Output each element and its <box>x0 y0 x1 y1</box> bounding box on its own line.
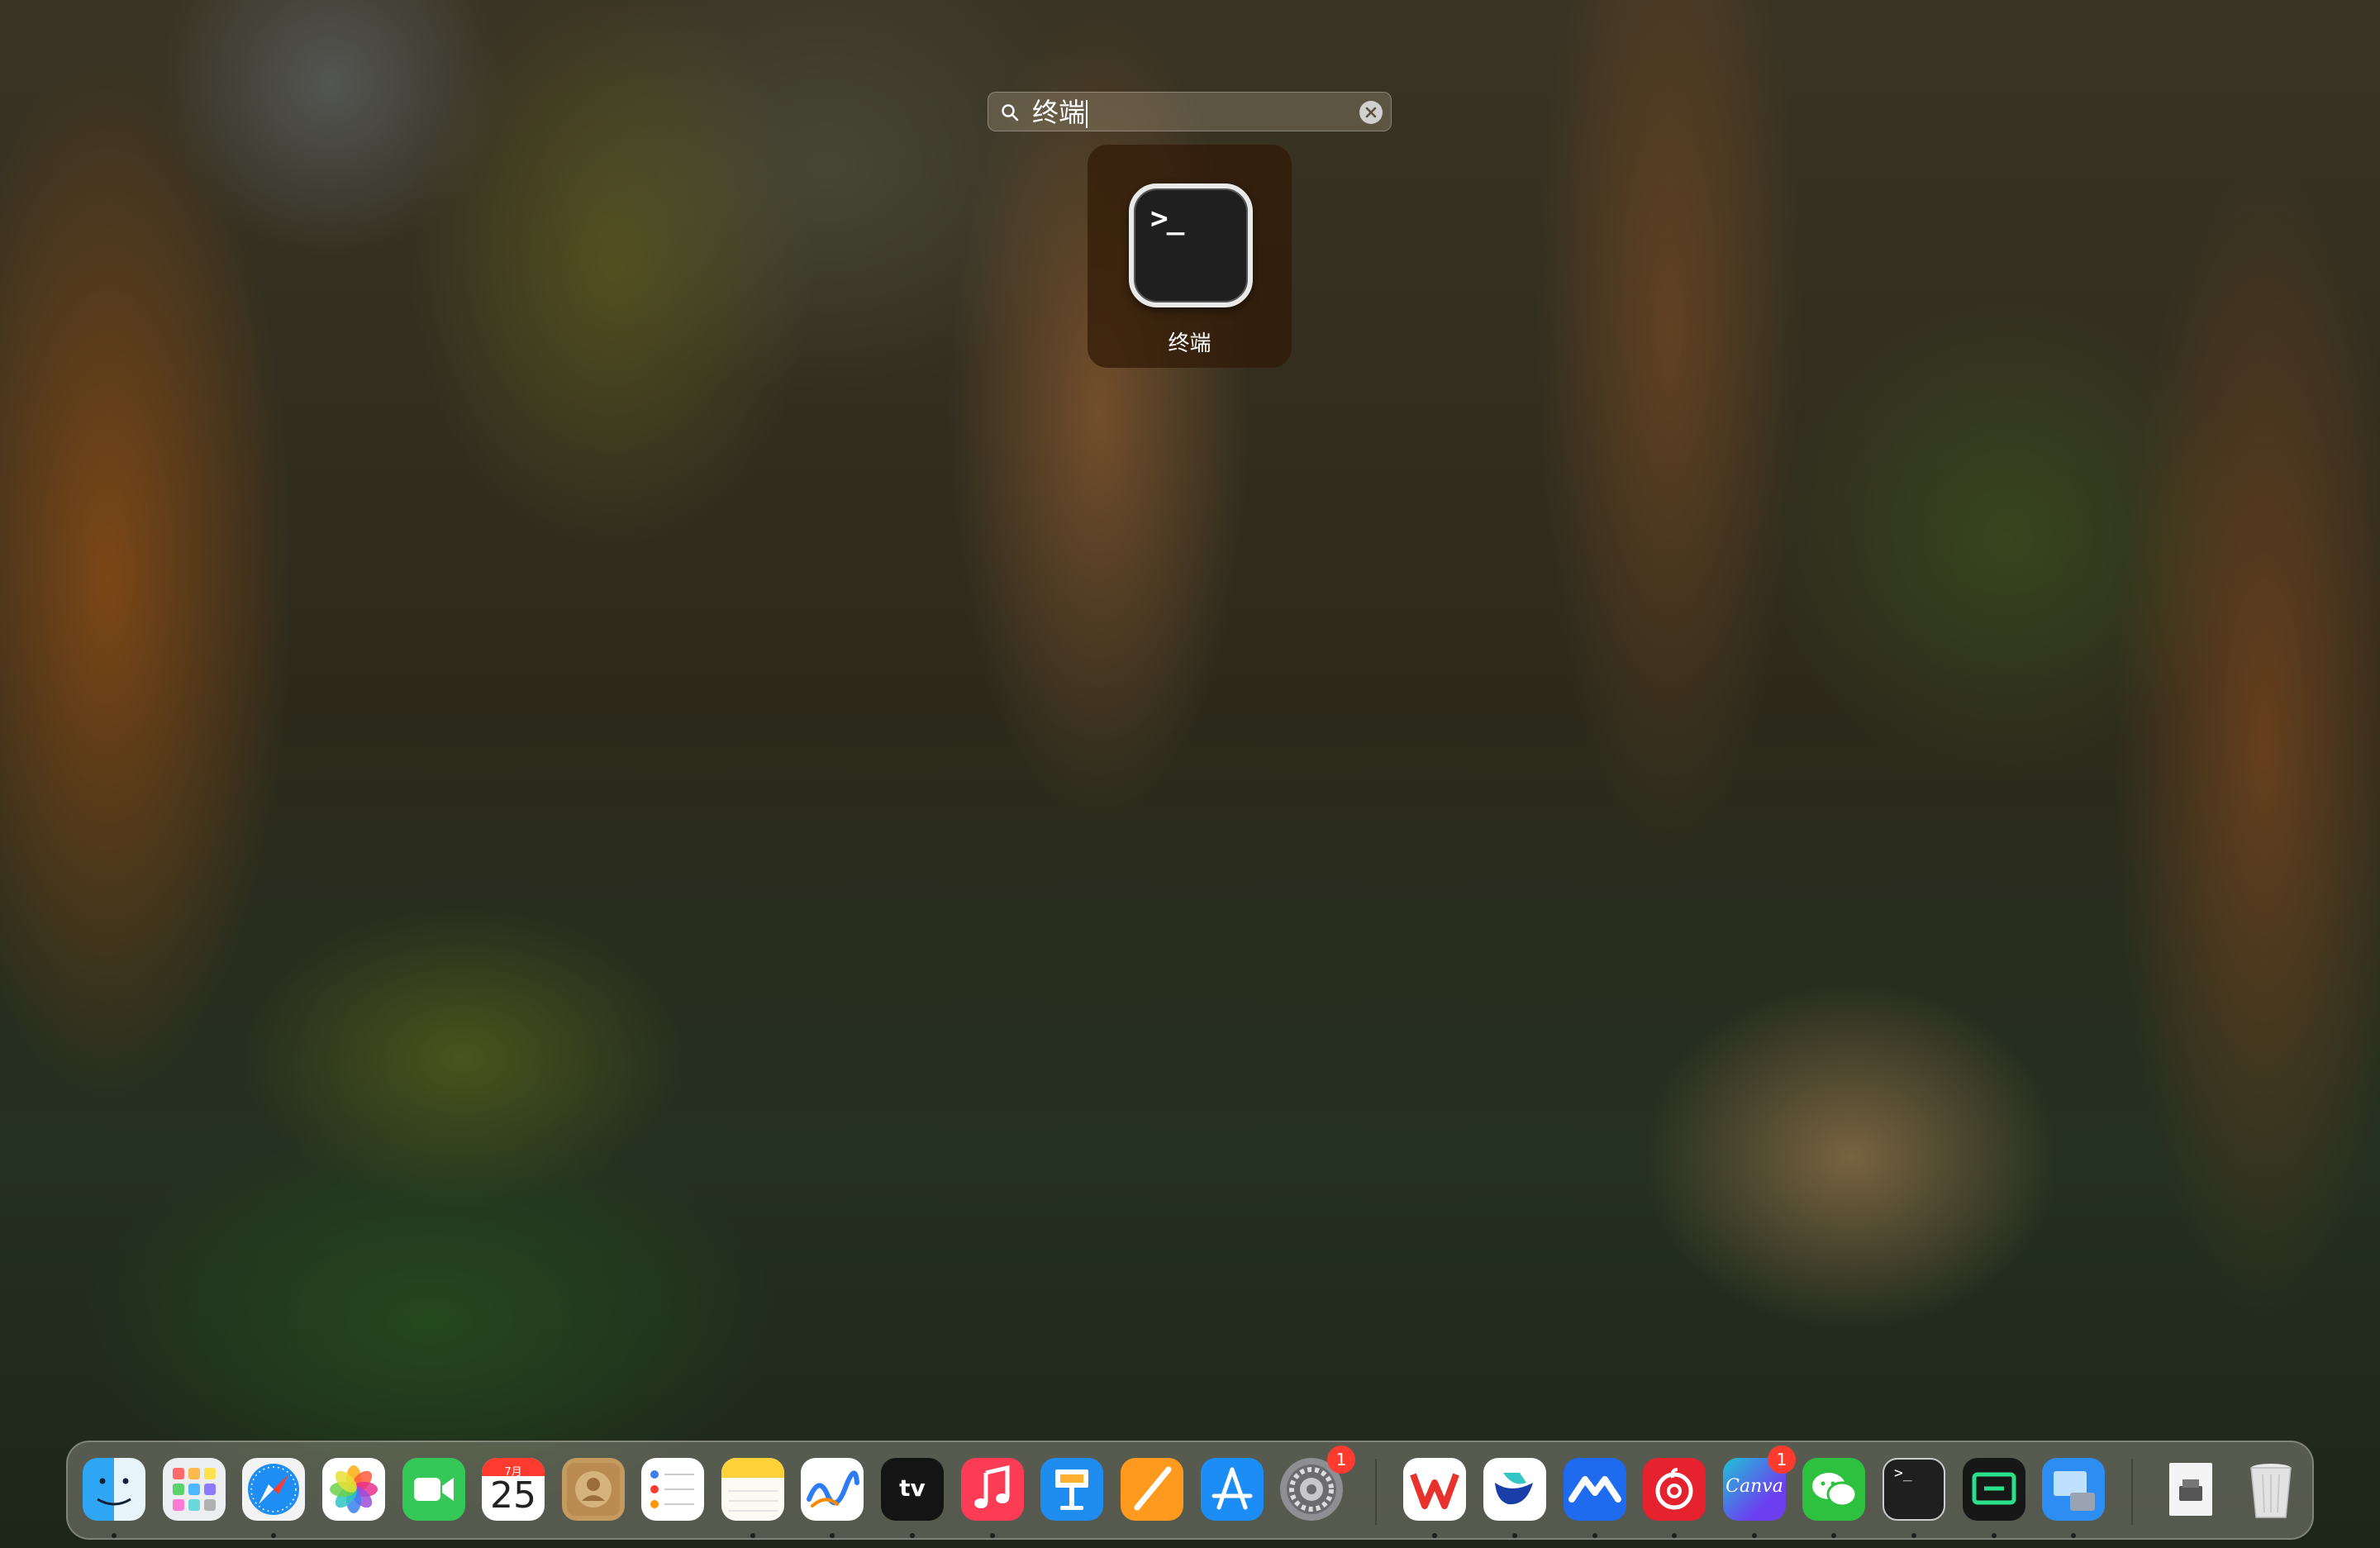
magnifying-glass-icon <box>1002 104 1019 121</box>
launchpad-icon <box>173 1468 216 1511</box>
apple-tv-label: tv <box>899 1474 926 1502</box>
running-indicator <box>830 1533 835 1538</box>
feishu-icon <box>1495 1473 1533 1505</box>
running-indicator <box>1432 1533 1437 1538</box>
keynote-icon <box>1055 1469 1088 1510</box>
dock-item-document[interactable] <box>2159 1458 2222 1521</box>
dock-item-trash[interactable] <box>2240 1458 2302 1521</box>
notification-badge: 1 <box>1327 1446 1355 1474</box>
pages-icon <box>1134 1466 1172 1511</box>
dock-item-contacts[interactable] <box>562 1458 625 1521</box>
dock-item-apple-tv[interactable]: tv <box>881 1458 944 1521</box>
netease-music-icon <box>1655 1468 1693 1510</box>
dock-item-app-store[interactable] <box>1201 1458 1264 1521</box>
dock-item-migration-assistant[interactable] <box>2042 1458 2105 1521</box>
dock-item-lanhu[interactable] <box>1564 1458 1626 1521</box>
running-indicator <box>1512 1533 1517 1538</box>
safari-icon <box>248 1464 299 1515</box>
lanhu-icon <box>1568 1476 1621 1503</box>
photos-icon <box>330 1465 378 1513</box>
running-indicator <box>910 1533 915 1538</box>
contacts-icon <box>567 1463 620 1516</box>
wps-icon <box>1410 1473 1459 1509</box>
dock-item-music[interactable] <box>961 1458 1024 1521</box>
dock-item-wechat[interactable] <box>1802 1458 1865 1521</box>
dock-item-pages[interactable] <box>1121 1458 1183 1521</box>
dock: 7月 25 tv 1 Canva 1 >_ <box>66 1441 2314 1540</box>
notes-icon <box>721 1458 784 1512</box>
running-indicator <box>1911 1533 1916 1538</box>
clear-search-button[interactable] <box>1359 101 1383 124</box>
running-indicator <box>750 1533 755 1538</box>
finder-icon <box>83 1458 145 1521</box>
search-input[interactable]: 终端 <box>1032 96 1088 129</box>
dock-divider <box>2131 1459 2133 1525</box>
dock-item-photos[interactable] <box>322 1458 385 1521</box>
running-indicator <box>1672 1533 1677 1538</box>
wechat-icon <box>1812 1473 1858 1508</box>
running-indicator <box>1752 1533 1757 1538</box>
running-indicator <box>1831 1533 1836 1538</box>
terminal-icon[interactable]: >_ <box>1129 183 1253 307</box>
dock-item-freeform[interactable] <box>801 1458 864 1521</box>
dock-item-keynote[interactable] <box>1040 1458 1103 1521</box>
dock-item-facetime[interactable] <box>402 1458 465 1521</box>
facetime-icon <box>414 1478 454 1501</box>
terminal-prompt-glyph: >_ <box>1894 1465 1912 1482</box>
trash-icon <box>2250 1464 2292 1518</box>
launchpad-search-field[interactable]: 终端 <box>988 92 1392 131</box>
running-indicator <box>112 1533 117 1538</box>
dock-item-finder[interactable] <box>83 1458 145 1521</box>
search-result-label: 终端 <box>1168 331 1211 356</box>
app-store-icon <box>1211 1467 1253 1510</box>
running-indicator <box>271 1533 276 1538</box>
dock-item-safari[interactable] <box>242 1458 305 1521</box>
running-indicator <box>1992 1533 1997 1538</box>
reminders-icon <box>650 1470 694 1508</box>
freeform-icon <box>807 1470 859 1508</box>
notification-badge: 1 <box>1768 1446 1796 1474</box>
dock-item-screen-tool[interactable] <box>1963 1458 2025 1521</box>
dock-item-launchpad[interactable] <box>163 1458 226 1521</box>
running-indicator <box>1592 1533 1597 1538</box>
migration-icon <box>2054 1471 2095 1511</box>
music-icon <box>974 1465 1010 1508</box>
dock-divider <box>1375 1459 1377 1525</box>
dock-item-reminders[interactable] <box>641 1458 704 1521</box>
document-icon <box>2169 1463 2212 1516</box>
dock-item-terminal[interactable]: >_ <box>1883 1458 1945 1521</box>
screen-tool-icon <box>1972 1472 2016 1505</box>
search-result-terminal[interactable]: >_ 终端 <box>1088 145 1292 368</box>
calendar-day: 25 <box>490 1474 536 1517</box>
running-indicator <box>990 1533 995 1538</box>
text-caret <box>1086 100 1088 128</box>
canva-label: Canva <box>1726 1476 1783 1497</box>
dock-item-netease-music[interactable] <box>1643 1458 1706 1521</box>
clear-x-icon <box>1365 107 1377 118</box>
dock-item-notes[interactable] <box>721 1458 784 1521</box>
dock-item-wps[interactable] <box>1403 1458 1466 1521</box>
running-indicator <box>2071 1533 2076 1538</box>
dock-item-feishu[interactable] <box>1483 1458 1546 1521</box>
terminal-prompt-glyph: >_ <box>1150 202 1184 236</box>
dock-item-calendar[interactable]: 7月 25 <box>482 1458 545 1521</box>
search-query: 终端 <box>1032 97 1086 128</box>
